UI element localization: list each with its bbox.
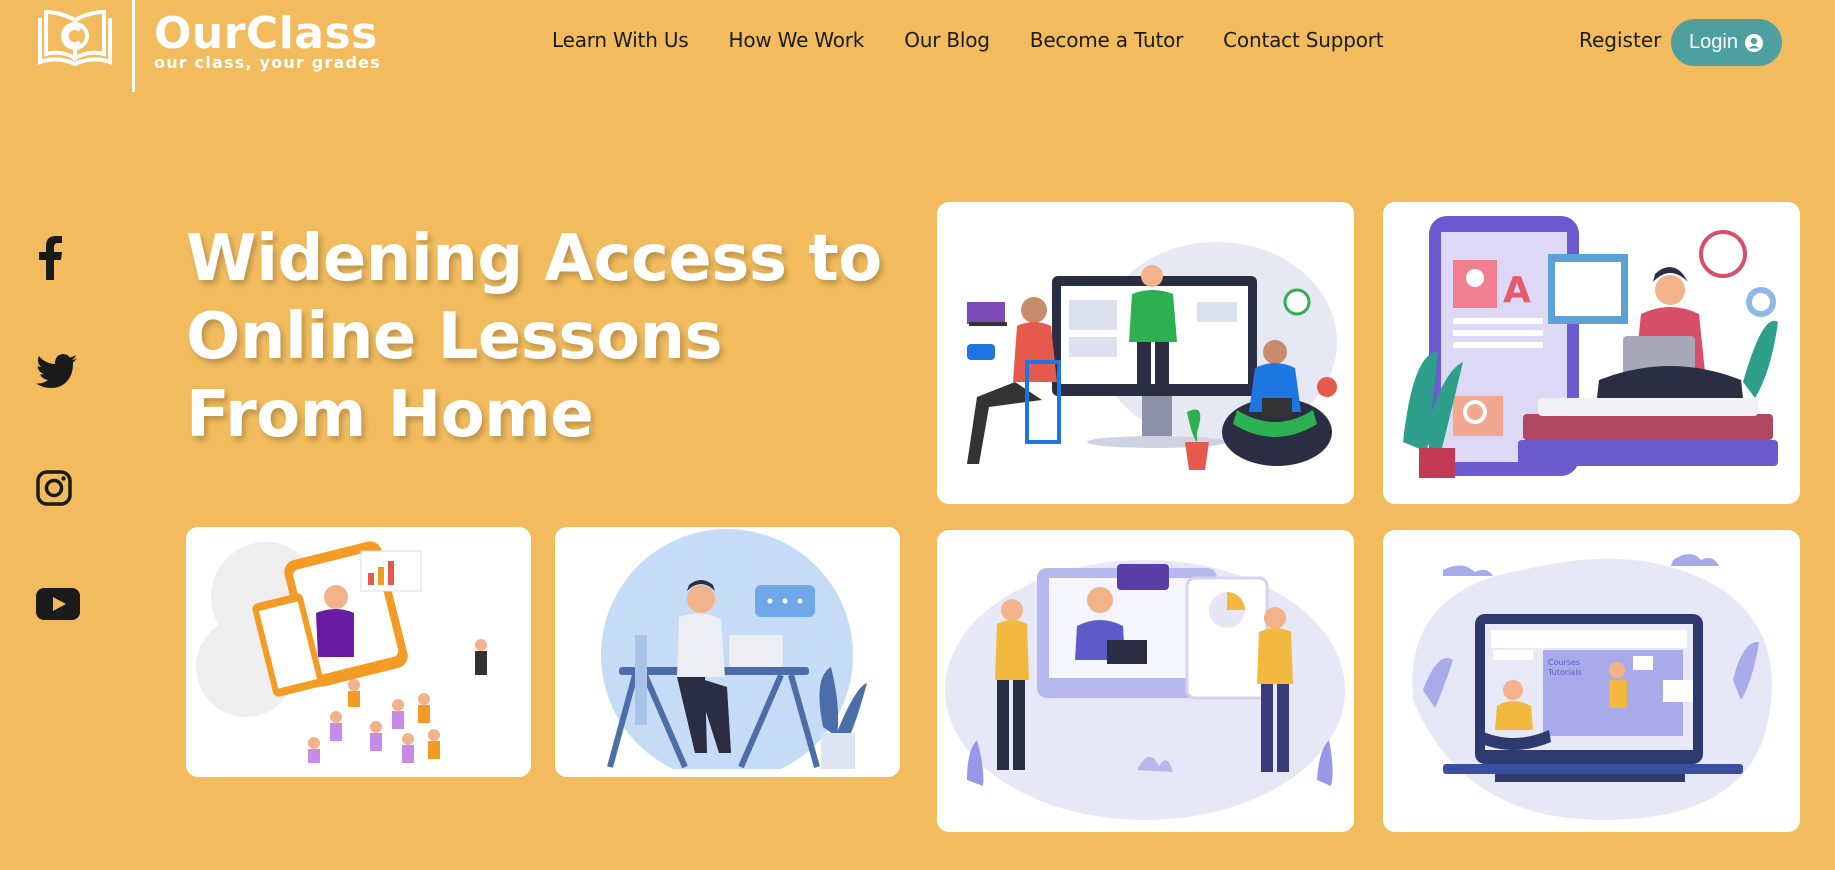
svg-text:Tutorials: Tutorials [1547, 668, 1582, 677]
login-button[interactable]: Login [1671, 19, 1782, 66]
youtube-icon [36, 588, 80, 620]
video-lesson-group-illustration [186, 527, 531, 777]
login-label: Login [1689, 31, 1738, 53]
instagram-icon [36, 470, 72, 506]
live-class-illustration [937, 202, 1354, 504]
user-circle-icon [1744, 33, 1763, 52]
twitter-link[interactable] [36, 354, 78, 390]
brand-tagline: our class, your grades [154, 53, 381, 72]
book-logo-icon [38, 9, 112, 67]
reading-tablet-illustration: A [1383, 202, 1800, 504]
nav-learn-with-us[interactable]: Learn With Us [552, 28, 689, 52]
main-nav: Learn With Us How We Work Our Blog Becom… [552, 28, 1423, 52]
desk-chat-illustration [555, 527, 900, 777]
instagram-link[interactable] [36, 470, 72, 506]
svg-text:Courses: Courses [1548, 658, 1580, 667]
register-link[interactable]: Register [1579, 28, 1661, 52]
facebook-icon [39, 236, 62, 280]
brand-name: OurClass [154, 8, 378, 59]
logo-divider [132, 0, 135, 92]
site-header: OurClass our class, your grades Learn Wi… [0, 0, 1835, 92]
nav-our-blog[interactable]: Our Blog [904, 28, 990, 52]
laptop-tutorial-illustration: Courses Tutorials [1383, 530, 1800, 832]
brand-logo[interactable]: OurClass our class, your grades [34, 0, 380, 92]
nav-become-a-tutor[interactable]: Become a Tutor [1030, 28, 1184, 52]
twitter-icon [36, 354, 77, 388]
logo-text: OurClass our class, your grades [154, 12, 394, 72]
nav-contact-support[interactable]: Contact Support [1223, 28, 1383, 52]
youtube-link[interactable] [36, 588, 80, 620]
hero-title: Widening Access to Online Lessons From H… [186, 222, 882, 452]
nav-how-we-work[interactable]: How We Work [728, 28, 864, 52]
svg-text:A: A [1503, 270, 1531, 311]
facebook-link[interactable] [36, 236, 64, 280]
video-conference-illustration [937, 530, 1354, 832]
